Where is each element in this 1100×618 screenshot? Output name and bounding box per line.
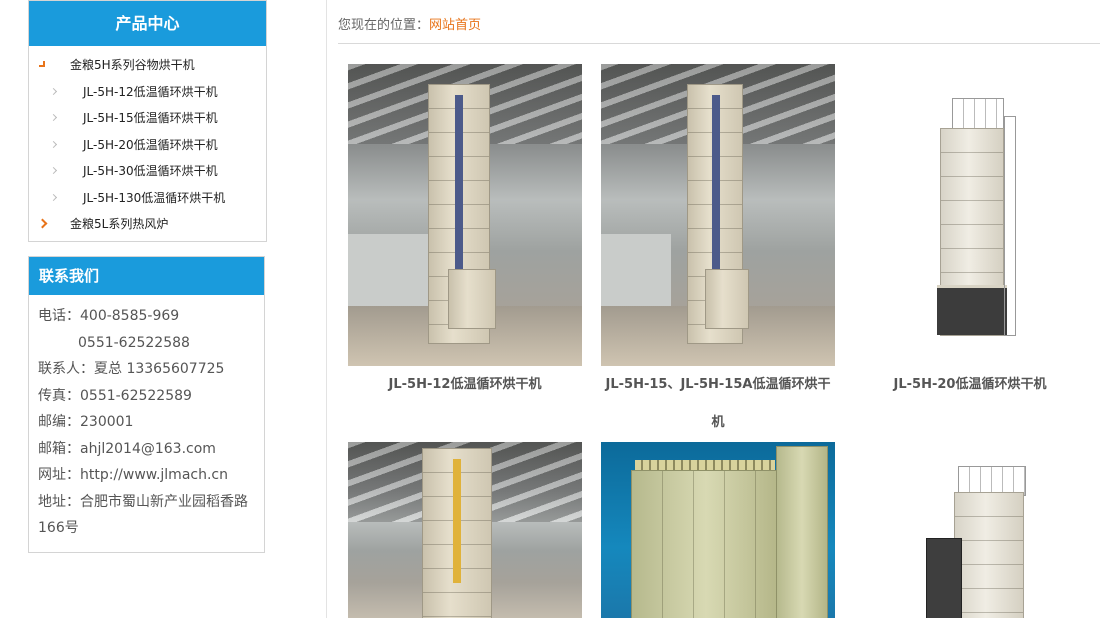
product-title-jl-5h-15-line1[interactable]: JL-5H-15、JL-5H-15A低温循环烘干 <box>597 366 839 404</box>
dryer-base-unit <box>705 269 749 329</box>
zip-value: 230001 <box>80 414 134 430</box>
dryer-tower <box>954 492 1024 618</box>
dryer-tower <box>422 448 492 618</box>
dryer-base-unit <box>448 269 496 329</box>
category-item-jl-5h-12[interactable]: JL-5H-12低温循环烘干机 <box>29 79 266 106</box>
breadcrumb-prefix: 您现在的位置： <box>338 18 430 33</box>
contact-phone: 电话：400-8585-969 <box>38 303 264 330</box>
sidebar: 产品中心 金粮5H系列谷物烘干机 JL-5H-12低温循环烘干机 JL-5H-1… <box>28 0 267 553</box>
product-image-jl-5h-15[interactable] <box>601 64 835 366</box>
dryer-render-body <box>631 470 781 618</box>
dryer-render-tower <box>776 446 828 618</box>
product-title-jl-5h-20[interactable]: JL-5H-20低温循环烘干机 <box>852 366 1088 404</box>
contact-title: 联系我们 <box>29 257 264 295</box>
chevron-right-icon <box>49 113 58 122</box>
fax-value: 0551-62522589 <box>80 387 192 404</box>
breadcrumb-home-link[interactable]: 网站首页 <box>429 18 481 33</box>
category-label: JL-5H-12低温循环烘干机 <box>83 84 218 99</box>
website-label: 网址： <box>38 467 80 483</box>
chevron-right-icon <box>37 218 48 229</box>
category-item-5h-dryer[interactable]: 金粮5H系列谷物烘干机 <box>29 52 266 79</box>
category-item-jl-5h-15[interactable]: JL-5H-15低温循环烘干机 <box>29 105 266 132</box>
category-label: JL-5H-130低温循环烘干机 <box>83 190 226 205</box>
contact-address: 地址：合肥市蜀山新产业园稻香路 <box>38 489 264 516</box>
category-item-jl-5h-20[interactable]: JL-5H-20低温循环烘干机 <box>29 132 266 159</box>
product-image-jl-5h-20[interactable] <box>904 76 1038 352</box>
fax-label: 传真： <box>38 387 80 404</box>
category-item-jl-5h-30[interactable]: JL-5H-30低温循环烘干机 <box>29 158 266 185</box>
address-value: 合肥市蜀山新产业园稻香路 <box>80 493 248 510</box>
corner-arrow-icon <box>39 61 45 67</box>
content-divider <box>326 0 327 618</box>
product-image-row2-2[interactable] <box>601 442 835 618</box>
category-item-jl-5h-130[interactable]: JL-5H-130低温循环烘干机 <box>29 185 266 212</box>
category-label: JL-5H-30低温循环烘干机 <box>83 164 218 178</box>
chevron-right-icon <box>49 87 58 95</box>
dryer-tower <box>937 128 1007 336</box>
category-label: 金粮5L系列热风炉 <box>70 217 169 231</box>
product-category-list: 金粮5H系列谷物烘干机 JL-5H-12低温循环烘干机 JL-5H-15低温循环… <box>29 46 266 238</box>
contact-phone-2: 0551-62522588 <box>78 334 190 351</box>
ladder <box>1004 116 1016 336</box>
contact-panel: 联系我们 电话：400-8585-969 0551-62522588 联系人：夏… <box>28 256 265 553</box>
product-image-row2-1[interactable] <box>348 442 582 618</box>
chevron-right-icon <box>49 193 58 201</box>
chevron-right-icon <box>49 140 58 148</box>
person-label: 联系人： <box>38 361 94 377</box>
person-value: 夏总 13365607725 <box>94 361 225 377</box>
product-center-title: 产品中心 <box>29 1 266 46</box>
phone-label: 电话： <box>38 308 80 324</box>
phone-value: 400-8585-969 <box>80 308 180 324</box>
contact-fax: 传真：0551-62522589 <box>38 383 264 410</box>
product-title-jl-5h-15-line2[interactable]: 机 <box>597 404 839 442</box>
category-label: JL-5H-20低温循环烘干机 <box>83 137 218 152</box>
contact-website: 网址：http://www.jlmach.cn <box>38 462 264 489</box>
side-cabinet <box>926 538 962 618</box>
email-label: 邮箱： <box>38 440 80 457</box>
category-label: JL-5H-15低温循环烘干机 <box>83 111 218 125</box>
product-center-panel: 产品中心 金粮5H系列谷物烘干机 JL-5H-12低温循环烘干机 JL-5H-1… <box>28 0 267 242</box>
address-label: 地址： <box>38 493 80 510</box>
breadcrumb-divider <box>338 43 1100 44</box>
product-title-jl-5h-12[interactable]: JL-5H-12低温循环烘干机 <box>348 366 582 404</box>
website-value: http://www.jlmach.cn <box>80 467 228 483</box>
contact-email: 邮箱：ahjl2014@163.com <box>38 436 264 463</box>
breadcrumb: 您现在的位置：网站首页 <box>338 14 481 33</box>
top-frame <box>952 98 1004 132</box>
contact-zip: 邮编：230001 <box>38 409 264 436</box>
email-value: ahjl2014@163.com <box>80 440 216 457</box>
product-image-row2-3[interactable] <box>924 462 1034 618</box>
contact-info: 电话：400-8585-969 0551-62522588 联系人：夏总 133… <box>29 295 264 542</box>
category-label: 金粮5H系列谷物烘干机 <box>70 58 195 72</box>
chevron-right-icon <box>49 166 58 175</box>
contact-address-2: 166号 <box>38 520 79 536</box>
product-image-jl-5h-12[interactable] <box>348 64 582 366</box>
contact-person: 联系人：夏总 13365607725 <box>38 356 264 383</box>
category-item-5l-furnace[interactable]: 金粮5L系列热风炉 <box>29 211 266 238</box>
zip-label: 邮编： <box>38 414 80 430</box>
